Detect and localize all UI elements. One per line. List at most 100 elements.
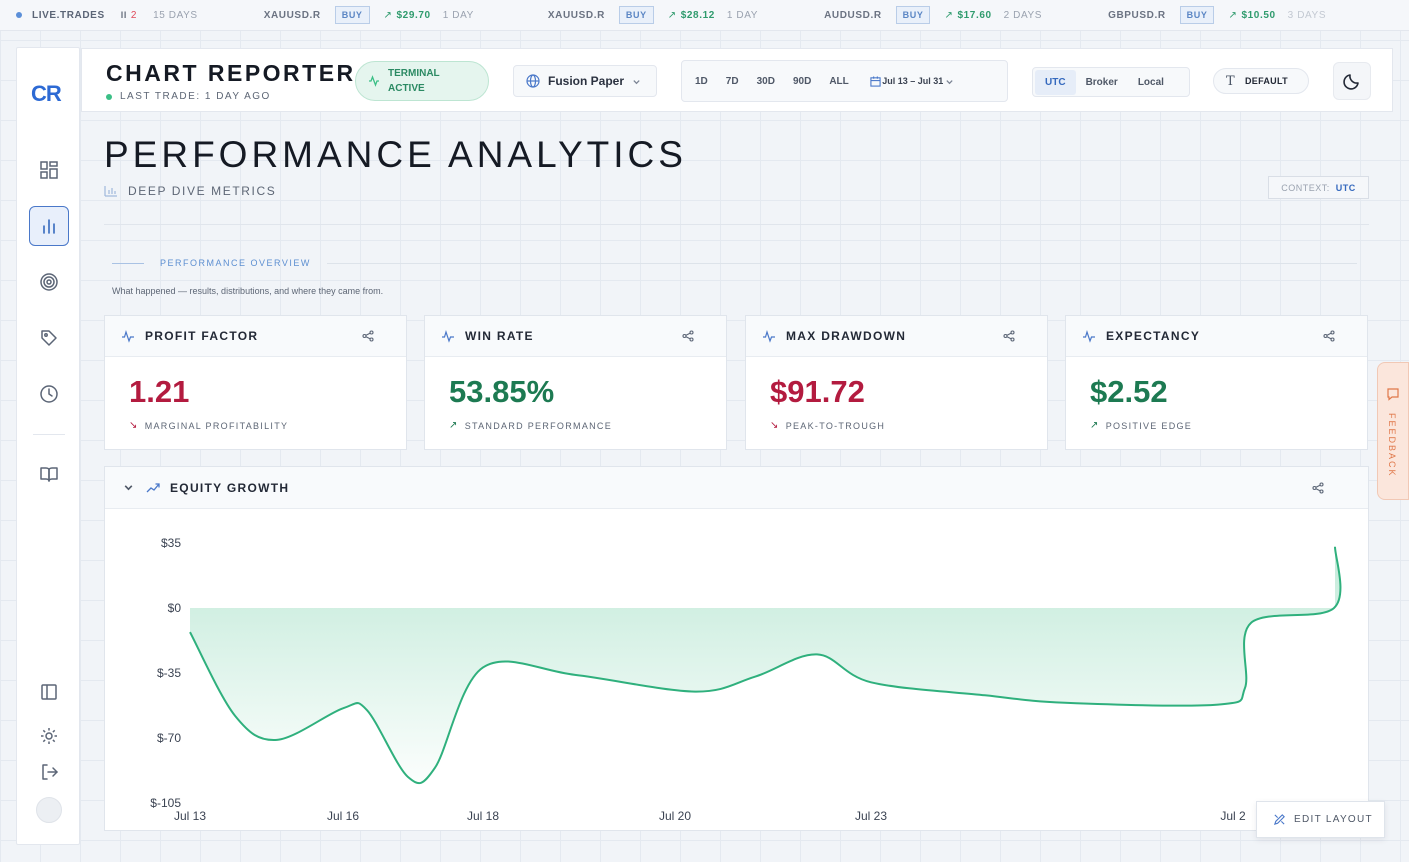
ticker-side-badge: BUY <box>618 6 654 24</box>
x-tick-label: Jul 23 <box>855 809 887 823</box>
kpi-card-profit-factor: PROFIT FACTOR 1.21 ↘ MARGINAL PROFITABIL… <box>104 315 407 450</box>
share-icon[interactable] <box>1312 482 1324 494</box>
chevron-down-icon <box>946 79 953 84</box>
kpi-note: ↘ PEAK-TO-TROUGH <box>770 420 885 431</box>
ticker-symbol: XAUUSD.R <box>263 9 321 21</box>
chart-header: EQUITY GROWTH <box>105 467 1368 509</box>
bar-chart-icon <box>43 219 55 234</box>
range-30d-button[interactable]: 30D <box>757 76 775 87</box>
app-logo[interactable]: CR <box>31 81 62 107</box>
share-icon[interactable] <box>1323 330 1335 342</box>
x-tick-label: Jul 13 <box>174 809 206 823</box>
share-icon[interactable] <box>362 330 374 342</box>
arrow-down-right-icon: ↘ <box>129 420 139 431</box>
ticker-age: 2 DAYS <box>1003 9 1043 21</box>
ticker-item[interactable]: AUDUSD.R BUY ↗ $17.60 2 DAYS <box>824 6 1042 24</box>
feedback-tab[interactable]: FEEDBACK <box>1377 362 1409 500</box>
range-7d-button[interactable]: 7D <box>726 76 739 87</box>
ticker-age: 3 DAYS <box>1287 9 1327 21</box>
logout-button[interactable] <box>29 752 69 792</box>
ticker-item[interactable]: GBPUSD.R BUY ↗ $10.50 3 DAYS <box>1108 6 1326 24</box>
ticker-age: 1 DAY <box>726 9 759 21</box>
panel-icon <box>41 684 57 700</box>
ticker-first-age: 15 DAYS <box>153 9 198 21</box>
ticker-symbol: GBPUSD.R <box>1108 9 1166 21</box>
edit-layout-icon <box>1273 814 1285 826</box>
edit-layout-label: EDIT LAYOUT <box>1294 814 1373 825</box>
share-icon[interactable] <box>682 330 694 342</box>
y-tick-label: $0 <box>168 601 182 615</box>
timezone-broker-button[interactable]: Broker <box>1076 70 1128 95</box>
moon-icon <box>1343 74 1359 90</box>
range-all-button[interactable]: ALL <box>829 76 848 87</box>
live-trades-ticker: LIVE.TRADES II 2 15 DAYS XAUUSD.R BUY ↗ … <box>0 0 1409 31</box>
tag-icon <box>41 330 57 346</box>
section-line <box>326 262 1357 264</box>
x-tick-label: Jul 18 <box>467 809 499 823</box>
ticker-symbol: XAUUSD.R <box>547 9 605 21</box>
arrow-up-right-icon: ↗ <box>667 9 677 21</box>
ticker-live-group: LIVE.TRADES II 2 15 DAYS <box>16 10 264 21</box>
edit-layout-button[interactable]: EDIT LAYOUT <box>1256 801 1385 838</box>
date-range-picker[interactable]: Jul 13 – Jul 31 <box>870 74 954 89</box>
y-tick-label: $-70 <box>157 731 181 745</box>
section-line <box>112 262 144 264</box>
timezone-utc-button[interactable]: UTC <box>1035 69 1076 95</box>
avatar[interactable] <box>36 797 62 823</box>
equity-chart[interactable]: $35 $0 $-35 $-70 $-105 Jul 13 Jul 16 Jul 18 Jul… <box>105 509 1368 830</box>
font-preset-button[interactable]: T DEFAULT <box>1213 68 1309 94</box>
sidebar-toggle-button[interactable] <box>29 672 69 712</box>
pause-icon[interactable]: II <box>121 10 127 20</box>
last-trade-status: LAST TRADE: 1 DAY AGO <box>106 91 271 102</box>
trending-up-icon <box>146 482 160 492</box>
kpi-note-label: STANDARD PERFORMANCE <box>464 420 613 431</box>
sidebar-item-history[interactable] <box>29 374 69 414</box>
ticker-item[interactable]: XAUUSD.R BUY ↗ $29.70 1 DAY <box>264 6 474 24</box>
range-90d-button[interactable]: 90D <box>793 76 811 87</box>
status-dot <box>106 93 112 100</box>
divider <box>104 224 1369 225</box>
kpi-title: MAX DRAWDOWN <box>786 329 907 343</box>
last-trade-label: LAST TRADE: 1 DAY AGO <box>120 91 271 102</box>
section-label-text: PERFORMANCE OVERVIEW <box>160 258 311 268</box>
ticker-live-label: LIVE.TRADES <box>32 9 105 21</box>
sidebar-item-dashboard[interactable] <box>29 150 69 190</box>
kpi-note: ↘ MARGINAL PROFITABILITY <box>129 420 288 431</box>
section-description: What happened — results, distributions, … <box>112 286 384 296</box>
ticker-item[interactable]: XAUUSD.R BUY ↗ $28.12 1 DAY <box>548 6 758 24</box>
settings-button[interactable] <box>29 716 69 756</box>
kpi-title: WIN RATE <box>465 329 534 343</box>
arrow-down-right-icon: ↘ <box>770 420 780 431</box>
kpi-card-header: WIN RATE <box>425 316 726 357</box>
ticker-value: $28.12 <box>680 9 715 21</box>
chevron-down-icon[interactable] <box>123 482 134 493</box>
date-range-label: Jul 13 – Jul 31 <box>882 75 944 86</box>
feedback-label: FEEDBACK <box>1387 413 1397 478</box>
arrow-up-right-icon: ↗ <box>1228 9 1238 21</box>
kpi-note-label: PEAK-TO-TROUGH <box>785 420 886 431</box>
time-range-group: 1D 7D 30D 90D ALL Jul 13 – Jul 31 <box>681 60 1008 102</box>
activity-icon <box>1083 330 1095 343</box>
theme-toggle-button[interactable] <box>1333 62 1371 100</box>
ticker-side-badge: BUY <box>334 6 370 24</box>
type-icon: T <box>1226 73 1235 89</box>
ticker-value: $17.60 <box>957 9 992 21</box>
account-selector[interactable]: Fusion Paper <box>513 65 657 97</box>
kpi-title: EXPECTANCY <box>1106 329 1201 343</box>
sidebar-item-journal[interactable] <box>29 454 69 494</box>
activity-icon <box>763 330 775 343</box>
sidebar-item-analytics[interactable] <box>29 206 69 246</box>
range-1d-button[interactable]: 1D <box>695 76 708 87</box>
kpi-value: 1.21 <box>129 374 190 409</box>
top-header: CHART REPORTER LAST TRADE: 1 DAY AGO TER… <box>81 48 1393 112</box>
page-title: PERFORMANCE ANALYTICS <box>104 134 687 175</box>
share-icon[interactable] <box>1003 330 1015 342</box>
timezone-local-button[interactable]: Local <box>1128 70 1174 95</box>
terminal-status-badge[interactable]: TERMINAL ACTIVE <box>355 61 489 101</box>
ticker-value: $29.70 <box>396 9 431 21</box>
sidebar-item-targets[interactable] <box>29 262 69 302</box>
app-title: CHART REPORTER <box>106 60 356 86</box>
arrow-up-right-icon: ↗ <box>383 9 393 21</box>
y-tick-label: $-105 <box>150 796 181 810</box>
sidebar-item-tags[interactable] <box>29 318 69 358</box>
